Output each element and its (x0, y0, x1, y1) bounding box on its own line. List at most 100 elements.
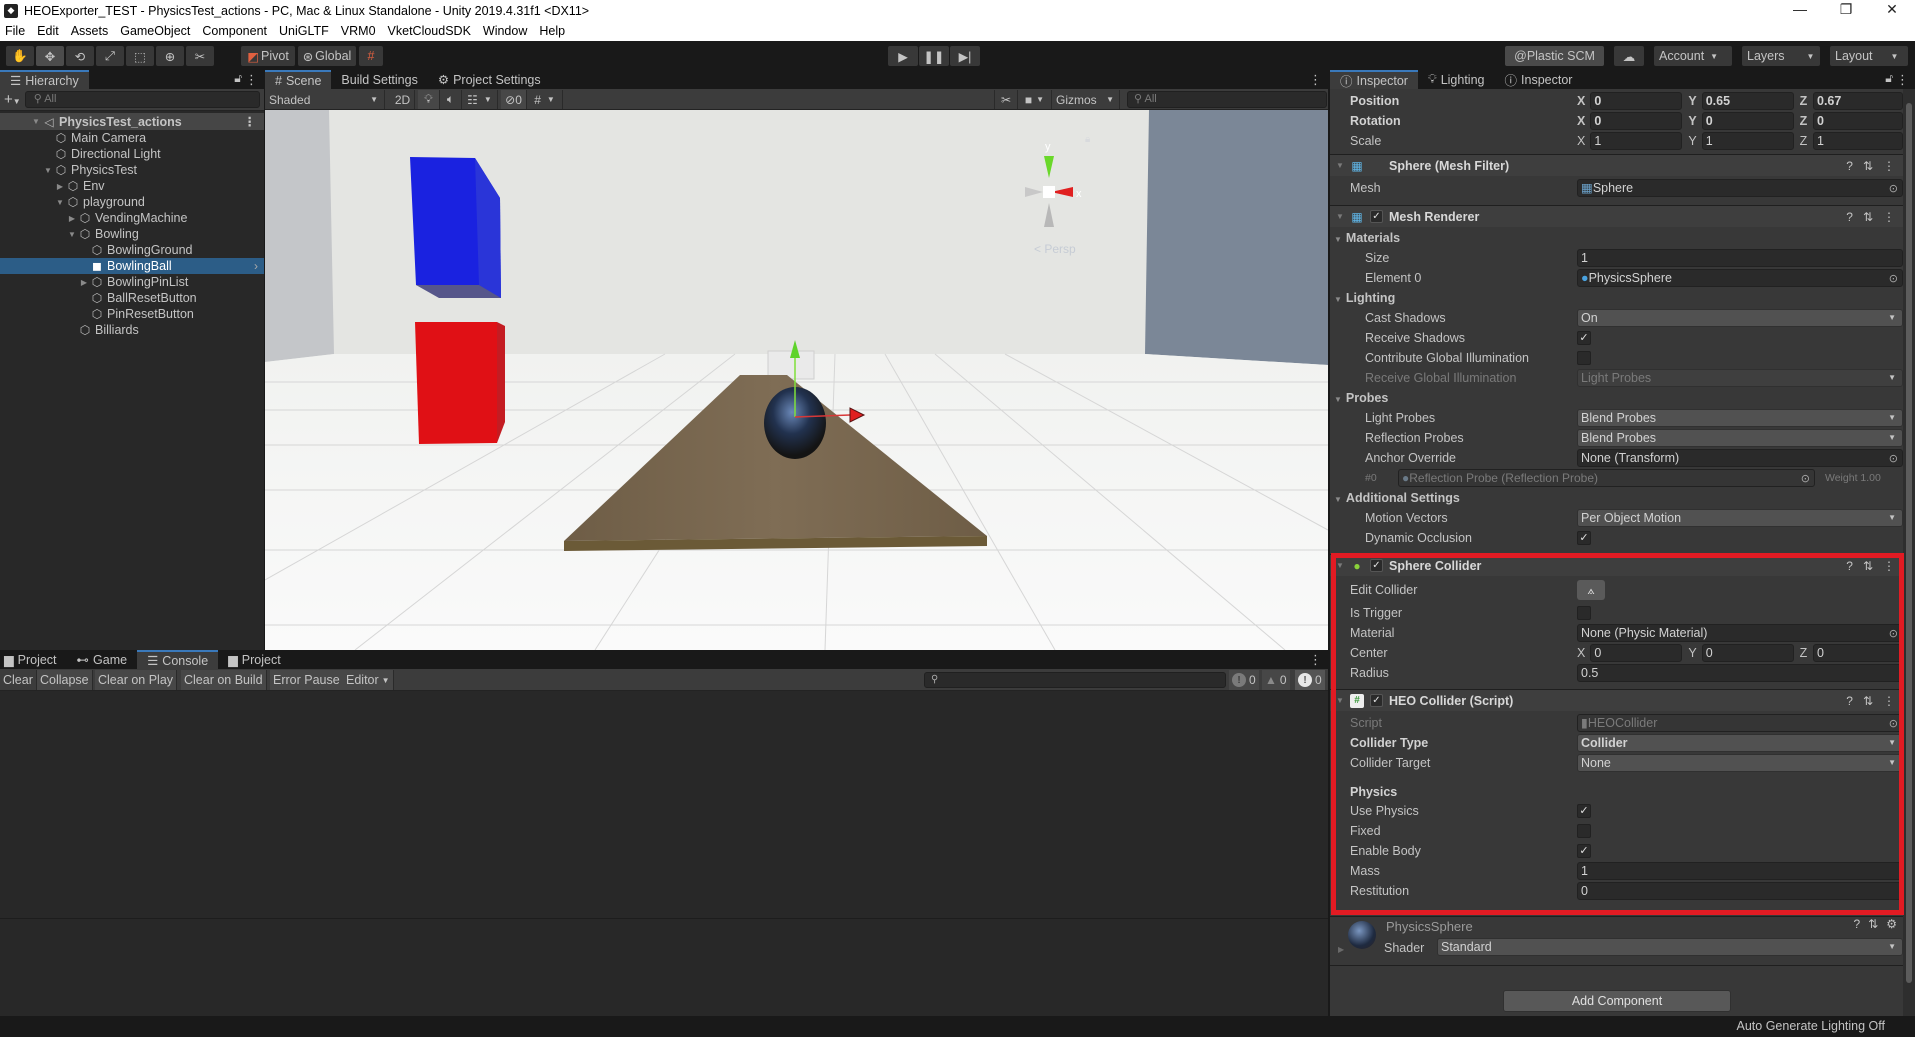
hierarchy-item[interactable]: ⬡ PinResetButton (0, 306, 264, 322)
gear-icon[interactable]: ⚙ (1886, 917, 1897, 931)
scale-z-field[interactable]: 1 (1813, 132, 1903, 150)
menu-help[interactable]: Help (534, 24, 572, 38)
lighting-foldout[interactable]: ▼ Lighting (1330, 288, 1903, 308)
tab-console[interactable]: ☰ Console (137, 650, 219, 669)
shading-mode-dropdown[interactable]: Shaded ▼ (265, 90, 385, 109)
help-icon[interactable]: ? (1846, 694, 1853, 708)
menu-component[interactable]: Component (197, 24, 274, 38)
hidden-objects-toggle[interactable]: ⊘ 0 (501, 90, 527, 109)
clear-on-play-toggle[interactable]: Clear on Play (95, 670, 178, 690)
expand-arrow-icon[interactable]: ▼ (30, 117, 42, 126)
console-log-area[interactable] (0, 691, 1328, 918)
rect-tool-button[interactable]: ⬚ (126, 46, 154, 66)
menu-gameobject[interactable]: GameObject (115, 24, 197, 38)
hierarchy-item[interactable]: ▼ ⬡ playground (0, 194, 264, 210)
preset-icon[interactable]: ⇅ (1868, 917, 1878, 931)
help-icon[interactable]: ? (1853, 917, 1860, 931)
minimize-button[interactable]: — (1777, 0, 1823, 21)
collapse-arrow-icon[interactable]: ▼ (1336, 696, 1344, 705)
collapse-arrow-icon[interactable]: ▼ (1336, 161, 1344, 170)
tab-hierarchy[interactable]: ☰ Hierarchy (0, 70, 89, 89)
rotation-x-field[interactable]: 0 (1590, 112, 1683, 130)
hand-tool-button[interactable]: ✋ (6, 46, 34, 66)
menu-file[interactable]: File (0, 24, 32, 38)
object-picker-icon[interactable]: ⊙ (1889, 451, 1898, 466)
editor-dropdown[interactable]: Editor ▼ (343, 670, 394, 690)
hierarchy-item[interactable]: ▶ ⬡ BowlingPinList (0, 274, 264, 290)
clear-button[interactable]: Clear (0, 670, 37, 690)
menu-edit[interactable]: Edit (32, 24, 66, 38)
camera-dropdown[interactable]: ■ ▼ (1018, 90, 1052, 109)
maximize-button[interactable]: ❐ (1823, 0, 1869, 21)
help-icon[interactable]: ? (1846, 559, 1853, 573)
2d-toggle[interactable]: 2D (391, 90, 415, 109)
snap-toggle[interactable]: # (359, 46, 383, 66)
hierarchy-item[interactable]: ⬡ Billiards (0, 322, 264, 338)
kebab-menu-icon[interactable]: ⋮ (1883, 559, 1895, 573)
persp-toggle[interactable]: < Persp (1034, 242, 1076, 256)
enable-body-checkbox[interactable]: ✓ (1577, 844, 1591, 858)
edit-collider-button[interactable]: ⟑ (1577, 580, 1605, 600)
expand-arrow-icon[interactable]: ▼ (54, 198, 66, 207)
effects-dropdown[interactable]: ☷ ▼ (462, 90, 498, 109)
lock-icon[interactable]: 🔓︎ (234, 71, 242, 86)
step-button[interactable]: ▶| (950, 46, 980, 66)
element0-field[interactable]: ●PhysicsSphere ⊙ (1577, 269, 1903, 287)
inspector-scrollbar[interactable] (1903, 89, 1915, 1016)
size-field[interactable]: 1 (1577, 249, 1903, 267)
object-picker-icon[interactable]: ⊙ (1889, 181, 1898, 196)
collider-material-field[interactable]: None (Physic Material) ⊙ (1577, 624, 1903, 642)
contribute-gi-checkbox[interactable] (1577, 351, 1591, 365)
tab-project[interactable]: ▆ Project (0, 650, 67, 669)
tab-scene[interactable]: # Scene (265, 70, 332, 89)
scale-x-field[interactable]: 1 (1590, 132, 1683, 150)
pause-button[interactable]: ❚❚ (919, 46, 949, 66)
mesh-renderer-header[interactable]: ▼ ▦ ✓ Mesh Renderer ? ⇅ ⋮ (1330, 205, 1903, 227)
tab-inspector[interactable]: ⓘ Inspector (1330, 70, 1418, 89)
preset-icon[interactable]: ⇅ (1863, 694, 1873, 708)
expand-arrow-icon[interactable]: ▶ (54, 182, 66, 191)
is-trigger-checkbox[interactable] (1577, 606, 1591, 620)
tools-button[interactable]: ✂ (994, 90, 1018, 109)
audio-toggle[interactable]: 🔈︎ (440, 90, 462, 109)
move-tool-button[interactable]: ✥ (36, 46, 64, 66)
kebab-menu-icon[interactable]: ⋮ (1896, 72, 1909, 88)
lock-icon[interactable]: 🔓︎ (1885, 71, 1893, 86)
tab-project-2[interactable]: ▆ Project (218, 650, 291, 669)
position-y-field[interactable]: 0.65 (1701, 92, 1794, 110)
layout-dropdown[interactable]: Layout ▼ (1830, 46, 1908, 66)
transform-tool-button[interactable]: ⊕ (156, 46, 184, 66)
pivot-toggle[interactable]: ◩ Pivot (241, 46, 295, 66)
tab-inspector-2[interactable]: ⓘ Inspector (1495, 70, 1583, 89)
light-probes-dropdown[interactable]: Blend Probes (1577, 409, 1903, 427)
collapse-toggle[interactable]: Collapse (37, 670, 93, 690)
kebab-menu-icon[interactable]: ⋮ (1883, 694, 1895, 708)
center-z-field[interactable]: 0 (1813, 644, 1903, 662)
mesh-filter-header[interactable]: ▼ ▦ Sphere (Mesh Filter) ? ⇅ ⋮ (1330, 154, 1903, 176)
scene-root[interactable]: ▼ ◁ PhysicsTest_actions ⋮ (0, 113, 264, 130)
hierarchy-item[interactable]: ⬡ BowlingGround (0, 242, 264, 258)
kebab-menu-icon[interactable]: ⋮ (1883, 159, 1895, 173)
log-count-toggle[interactable]: ! 0 (1229, 670, 1259, 690)
expand-arrow-icon[interactable]: ▼ (66, 230, 78, 239)
hierarchy-item[interactable]: ⬡ Main Camera (0, 130, 264, 146)
tab-lighting[interactable]: 💡︎ Lighting (1418, 70, 1495, 89)
hierarchy-search-input[interactable]: ⚲ All (24, 91, 260, 108)
hierarchy-item[interactable]: ⬡ BallResetButton (0, 290, 264, 306)
grid-dropdown[interactable]: # ▼ (527, 90, 563, 109)
menu-window[interactable]: Window (478, 24, 534, 38)
kebab-menu-icon[interactable]: ⋮ (1309, 72, 1322, 88)
center-x-field[interactable]: 0 (1590, 644, 1683, 662)
hierarchy-item[interactable]: ▼ ⬡ Bowling (0, 226, 264, 242)
heo-collider-header[interactable]: ▼ # ✓ HEO Collider (Script) ? ⇅ ⋮ (1330, 689, 1903, 711)
dynamic-occlusion-checkbox[interactable]: ✓ (1577, 531, 1591, 545)
preset-icon[interactable]: ⇅ (1863, 559, 1873, 573)
add-component-button[interactable]: Add Component (1503, 990, 1731, 1012)
hierarchy-item[interactable]: ⬡ Directional Light (0, 146, 264, 162)
kebab-menu-icon[interactable]: ⋮ (245, 72, 258, 88)
chevron-right-icon[interactable]: › (254, 259, 258, 273)
preset-icon[interactable]: ⇅ (1863, 159, 1873, 173)
collapse-arrow-icon[interactable]: ▼ (1336, 561, 1344, 570)
plastic-scm-button[interactable]: @ Plastic SCM (1505, 46, 1604, 66)
motion-vectors-dropdown[interactable]: Per Object Motion (1577, 509, 1903, 527)
